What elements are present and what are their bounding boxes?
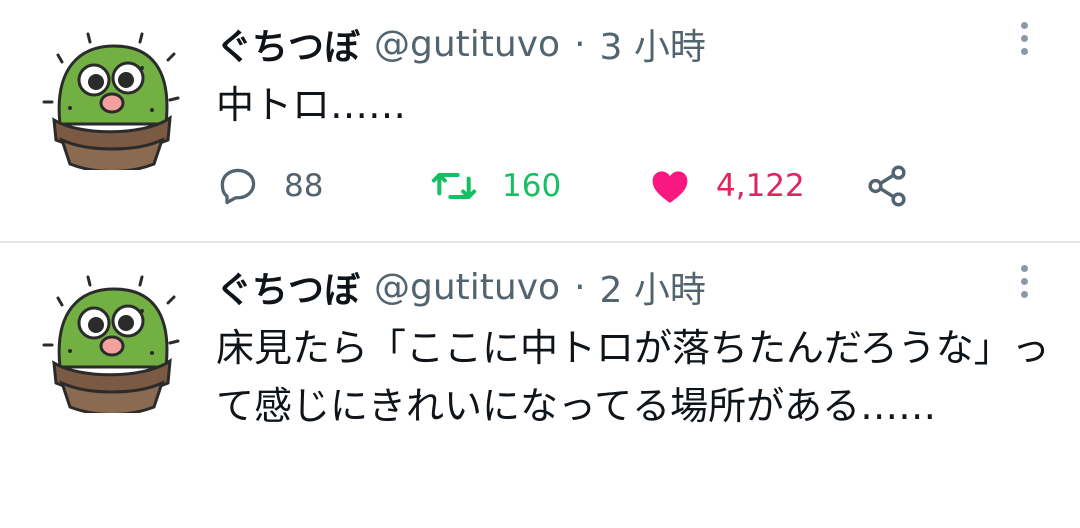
tweet[interactable]: ぐちつぼ @gutituvo · 2 小時 床見たら「ここに中トロが落ちたんだろ… [0,243,1080,528]
tweet-text: 中トロ…… [216,83,407,127]
retweet-button[interactable]: 160 [430,158,561,214]
retweet-icon [430,164,478,208]
user-handle[interactable]: @gutituvo [374,24,560,65]
reply-button[interactable]: 88 [216,158,323,214]
timestamp[interactable]: 3 小時 [600,18,706,70]
tweet[interactable]: ぐちつぼ @gutituvo · 3 小時 中トロ…… 88 160 4,122 [0,0,1080,242]
share-button[interactable] [864,158,910,214]
share-icon [864,163,910,209]
reply-count: 88 [284,168,324,204]
reply-icon [216,164,260,208]
heart-icon [648,164,692,208]
separator: · [574,266,586,308]
like-button[interactable]: 4,122 [648,158,805,214]
user-handle[interactable]: @gutituvo [374,267,560,308]
like-count: 4,122 [716,168,805,204]
separator: · [574,23,586,65]
timestamp[interactable]: 2 小時 [600,261,706,313]
tweet-text: 床見たら「ここに中トロが落ちたんだろうな」って感じにきれいになってる場所がある…… [216,326,1050,428]
tweet-header: ぐちつぼ @gutituvo · 3 小時 [216,18,706,70]
display-name[interactable]: ぐちつぼ [216,261,360,313]
more-vertical-icon[interactable] [1012,265,1036,305]
more-vertical-icon[interactable] [1012,22,1036,62]
tweet-header: ぐちつぼ @gutituvo · 2 小時 [216,261,706,313]
retweet-count: 160 [502,168,562,204]
display-name[interactable]: ぐちつぼ [216,18,360,70]
cactus-avatar-icon[interactable] [40,28,182,170]
cactus-avatar-icon[interactable] [40,271,182,413]
tweet-actions: 88 160 4,122 [216,158,936,214]
